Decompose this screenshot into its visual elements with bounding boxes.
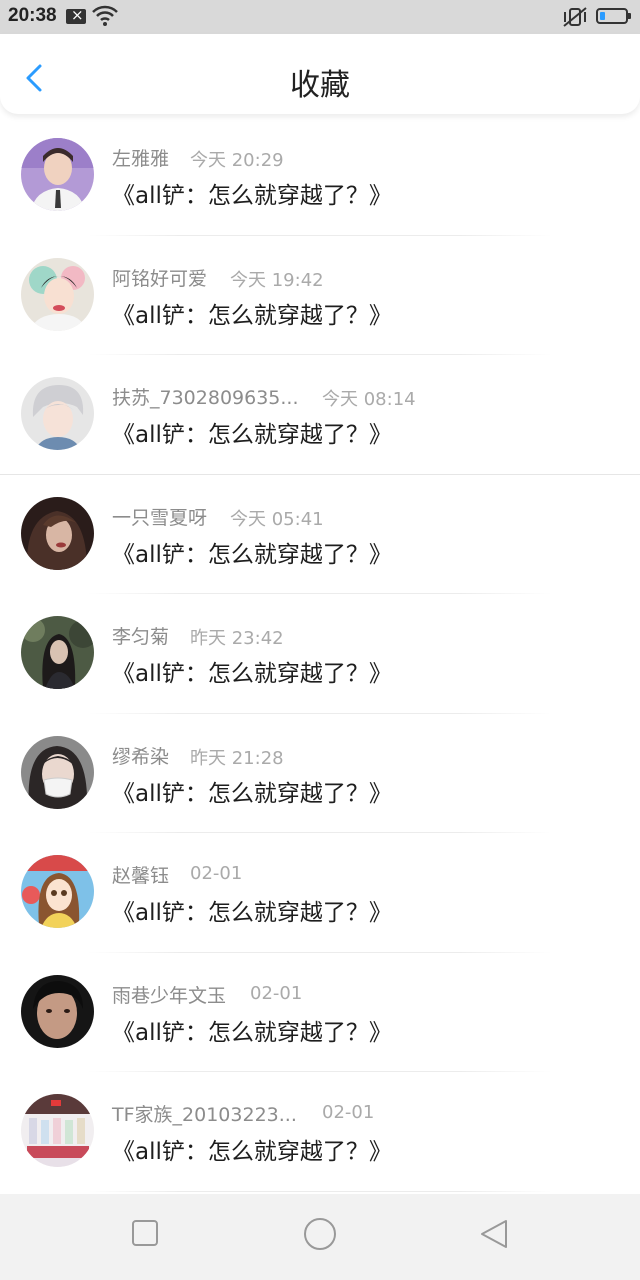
mute-vibrate-icon (562, 6, 588, 32)
battery-icon (596, 8, 631, 24)
book-title[interactable]: 《all铲：怎么就穿越了？》 (112, 774, 392, 808)
back-triangle-icon[interactable] (478, 1218, 510, 1254)
avatar[interactable] (21, 496, 94, 570)
timestamp: 昨天 21:28 (190, 747, 284, 769)
book-title[interactable]: 《all铲：怎么就穿越了？》 (112, 535, 392, 569)
avatar[interactable] (21, 1094, 94, 1167)
username: 阿铭好可爱 (112, 267, 208, 290)
list-item[interactable]: 赵馨钰 02-01 《all铲：怎么就穿越了？》 (0, 833, 640, 953)
username: 雨巷少年文玉 (112, 984, 227, 1007)
book-title[interactable]: 《all铲：怎么就穿越了？》 (112, 415, 392, 449)
timestamp: 今天 19:42 (230, 269, 324, 291)
book-title[interactable]: 《all铲：怎么就穿越了？》 (112, 296, 392, 330)
username: 缪希染 (112, 745, 170, 768)
avatar[interactable] (21, 377, 94, 450)
list-item[interactable]: TF家族_20103223... 02-01 《all铲：怎么就穿越了？》 (0, 1072, 640, 1192)
username: 扶苏_7302809635... (112, 387, 299, 409)
avatar[interactable] (21, 974, 94, 1048)
book-title[interactable]: 《all铲：怎么就穿越了？》 (112, 654, 392, 688)
list-item[interactable]: 缪希染 昨天 21:28 《all铲：怎么就穿越了？》 (0, 714, 640, 833)
avatar[interactable] (21, 257, 94, 331)
timestamp: 今天 08:14 (322, 389, 416, 410)
username: TF家族_20103223... (112, 1104, 297, 1126)
list-item[interactable]: 雨巷少年文玉 02-01 《all铲：怎么就穿越了？》 (0, 953, 640, 1072)
book-title[interactable]: 《all铲：怎么就穿越了？》 (112, 893, 392, 927)
book-title[interactable]: 《all铲：怎么就穿越了？》 (112, 176, 392, 210)
timestamp: 02-01 (322, 1102, 375, 1123)
status-bar: 20:38 (0, 0, 640, 34)
avatar[interactable] (21, 138, 94, 211)
username: 赵馨钰 (112, 865, 170, 887)
wifi-icon (92, 5, 118, 31)
favorites-list[interactable]: 左雅雅 今天 20:29 《all铲：怎么就穿越了？》 阿铭好可爱 今天 19:… (0, 116, 640, 1194)
list-item[interactable]: 一只雪夏呀 今天 05:41 《all铲：怎么就穿越了？》 (0, 475, 640, 594)
system-nav-bar (0, 1194, 640, 1280)
timestamp: 昨天 23:42 (190, 628, 284, 649)
timestamp: 今天 20:29 (190, 150, 284, 171)
avatar[interactable] (21, 616, 94, 689)
clock: 20:38 (8, 5, 57, 26)
username: 一只雪夏呀 (112, 506, 208, 529)
avatar[interactable] (21, 735, 94, 809)
divider (88, 1190, 552, 1192)
timestamp: 今天 05:41 (230, 508, 324, 530)
list-item[interactable]: 李匀菊 昨天 23:42 《all铲：怎么就穿越了？》 (0, 594, 640, 714)
avatar[interactable] (21, 855, 94, 928)
sim-off-icon (66, 6, 86, 24)
timestamp: 02-01 (250, 982, 303, 1004)
header: 收藏 (0, 34, 640, 114)
timestamp: 02-01 (190, 863, 243, 884)
book-title[interactable]: 《all铲：怎么就穿越了？》 (112, 1132, 392, 1166)
list-item[interactable]: 阿铭好可爱 今天 19:42 《all铲：怎么就穿越了？》 (0, 236, 640, 355)
list-item[interactable]: 左雅雅 今天 20:29 《all铲：怎么就穿越了？》 (0, 116, 640, 236)
page-title: 收藏 (290, 68, 350, 103)
book-title[interactable]: 《all铲：怎么就穿越了？》 (112, 1013, 392, 1047)
username: 李匀菊 (112, 626, 170, 648)
username: 左雅雅 (112, 148, 170, 170)
list-item[interactable]: 扶苏_7302809635... 今天 08:14 《all铲：怎么就穿越了？》 (0, 355, 640, 475)
recent-apps-icon[interactable] (130, 1218, 160, 1252)
home-icon[interactable] (302, 1216, 338, 1256)
